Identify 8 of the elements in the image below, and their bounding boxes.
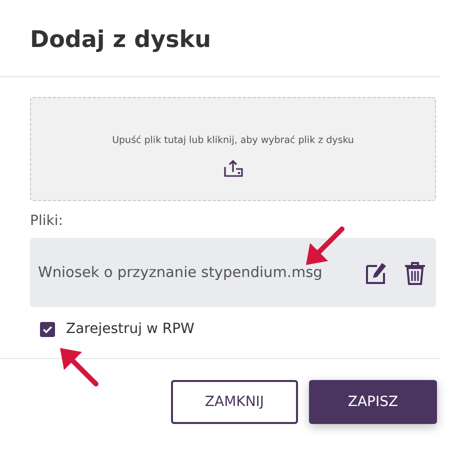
- close-button[interactable]: ZAMKNIJ: [171, 380, 298, 424]
- file-name: Wniosek o przyznanie stypendium.msg: [38, 264, 324, 280]
- drop-zone[interactable]: Upuść plik tutaj lub kliknij, aby wybrać plik z dysku: [30, 97, 436, 201]
- drop-zone-hint: Upuść plik tutaj lub kliknij, aby wybrać plik z dysku: [112, 135, 354, 146]
- files-label: Pliki:: [30, 213, 64, 229]
- checkbox-label: Zarejestruj w RPW: [66, 321, 194, 337]
- dialog-title: Dodaj z dysku: [29, 26, 212, 50]
- save-button[interactable]: ZAPISZ: [309, 380, 437, 424]
